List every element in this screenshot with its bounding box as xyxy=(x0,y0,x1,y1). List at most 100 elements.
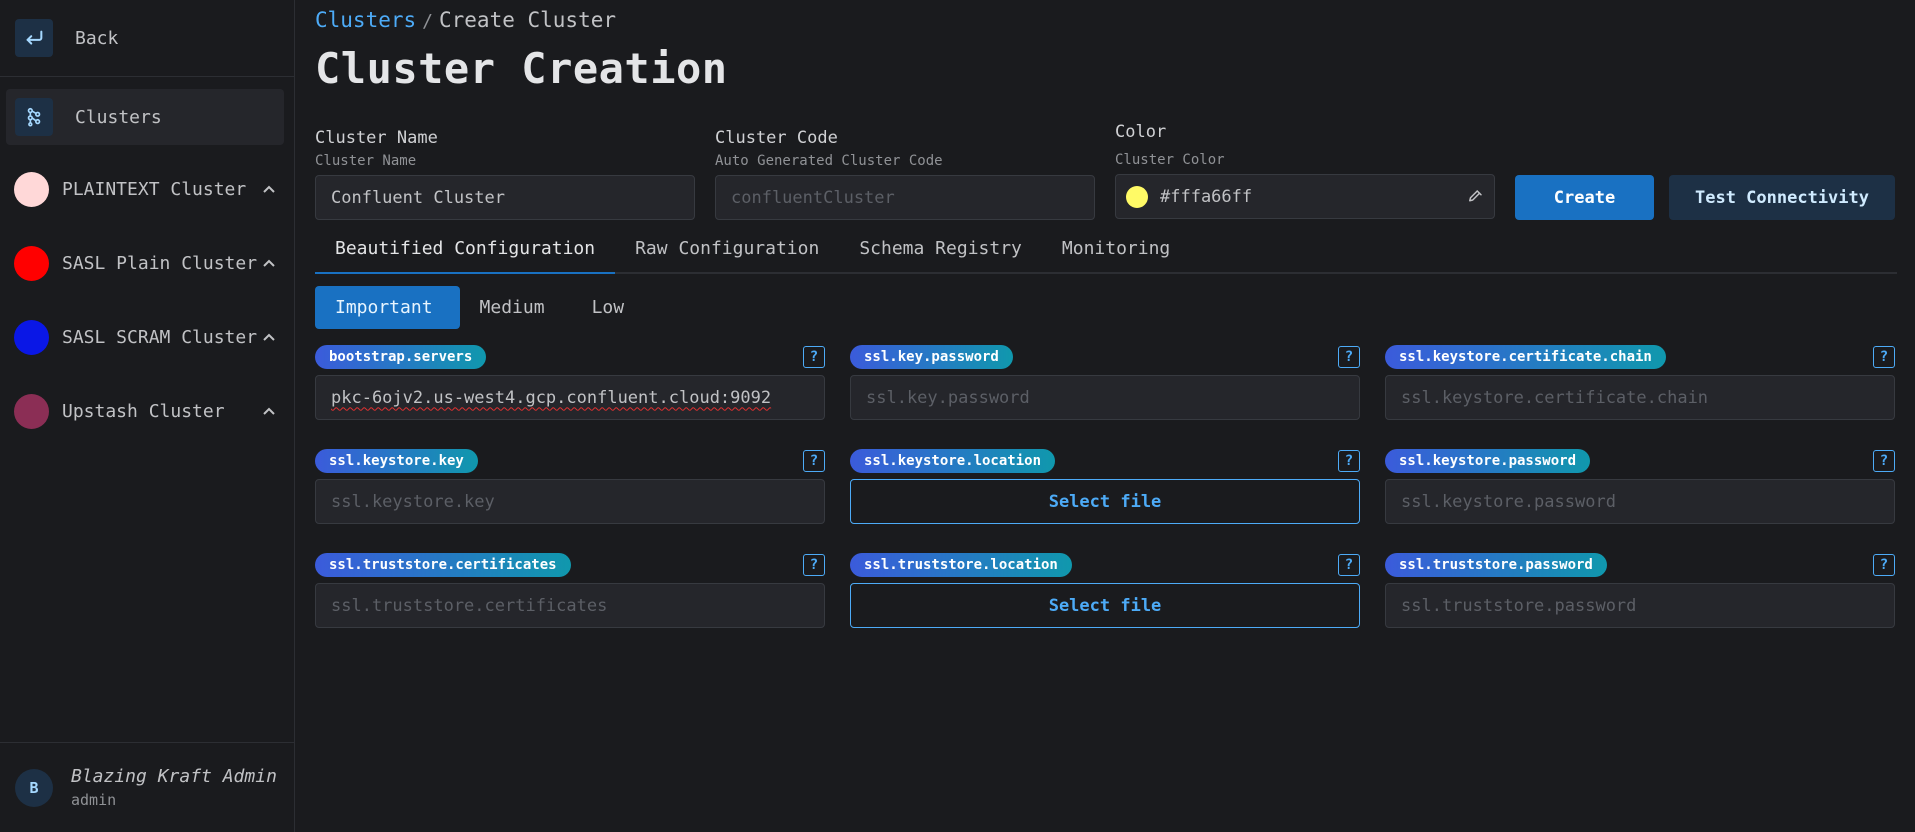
user-footer[interactable]: B Blazing Kraft Admin admin xyxy=(0,742,294,832)
config-ssl-keystore-key: ssl.keystore.key? xyxy=(315,449,825,534)
help-icon[interactable]: ? xyxy=(1873,346,1895,368)
config-ssl-key-password: ssl.key.password? xyxy=(850,345,1360,430)
cluster-label: PLAINTEXT Cluster xyxy=(62,178,247,200)
cluster-label: SASL Plain Cluster xyxy=(62,252,258,274)
form-actions: Create Test Connectivity xyxy=(1515,175,1895,220)
main-content: Clusters / Create Cluster Cluster Creation… xyxy=(295,0,1915,832)
chevron-up-icon xyxy=(263,333,275,341)
sidebar-cluster-plaintext[interactable]: PLAINTEXT Cluster xyxy=(14,159,276,219)
help-icon[interactable]: ? xyxy=(803,346,825,368)
ssl-truststore-password-input[interactable] xyxy=(1385,583,1895,628)
select-file-button[interactable]: Select file xyxy=(850,479,1360,524)
cluster-color-dot xyxy=(14,393,49,429)
sidebar-divider xyxy=(0,76,294,77)
help-icon[interactable]: ? xyxy=(803,554,825,576)
config-key-badge: ssl.keystore.password xyxy=(1385,449,1591,473)
color-value: #fffa66ff xyxy=(1160,186,1253,207)
config-key-badge: ssl.truststore.password xyxy=(1385,553,1607,577)
chevron-up-icon xyxy=(263,185,275,193)
breadcrumb: Clusters / Create Cluster xyxy=(315,8,1897,34)
back-button[interactable]: Back xyxy=(6,10,284,66)
config-key-badge: ssl.key.password xyxy=(850,345,1013,369)
user-role: admin xyxy=(71,791,117,809)
cluster-label: SASL SCRAM Cluster xyxy=(62,326,258,348)
config-key-badge: bootstrap.servers xyxy=(315,345,487,369)
config-ssl-keystore-password: ssl.keystore.password? xyxy=(1385,449,1895,534)
ssl-truststore-certificates-input[interactable] xyxy=(315,583,825,628)
sidebar-item-clusters[interactable]: Clusters xyxy=(6,89,284,145)
color-label: Color xyxy=(1115,122,1167,142)
select-file-button[interactable]: Select file xyxy=(850,583,1360,628)
cluster-code-sublabel: Auto Generated Cluster Code xyxy=(715,153,943,169)
cluster-name-label: Cluster Name xyxy=(315,128,438,148)
config-tabs: Beautified Configuration Raw Configurati… xyxy=(315,232,1897,274)
config-ssl-truststore-location: ssl.truststore.location? Select file xyxy=(850,553,1360,638)
help-icon[interactable]: ? xyxy=(1338,450,1360,472)
sidebar: Back Clusters PLAINTEXT Cluster SASL Pla… xyxy=(0,0,295,832)
importance-tabs: Important Medium Low xyxy=(315,286,1897,329)
config-ssl-truststore-certificates: ssl.truststore.certificates? xyxy=(315,553,825,638)
cluster-color-dot xyxy=(14,319,49,355)
cluster-code-label: Cluster Code xyxy=(715,128,838,148)
cluster-color-field: Color Cluster Color #fffa66ff xyxy=(1115,116,1495,219)
cluster-color-dot xyxy=(14,171,49,207)
config-ssl-keystore-certificate-chain: ssl.keystore.certificate.chain? xyxy=(1385,345,1895,430)
subtab-important[interactable]: Important xyxy=(315,286,460,329)
cluster-code-field: Cluster Code Auto Generated Cluster Code xyxy=(715,116,1095,220)
tab-beautified-configuration[interactable]: Beautified Configuration xyxy=(315,232,616,274)
cluster-color-dot xyxy=(14,245,49,281)
config-key-badge: ssl.truststore.certificates xyxy=(315,553,571,577)
clusters-label: Clusters xyxy=(75,106,162,128)
bootstrap-servers-value: pkc-6ojv2.us-west4.gcp.confluent.cloud:9… xyxy=(331,387,772,408)
config-key-badge: ssl.truststore.location xyxy=(850,553,1072,577)
help-icon[interactable]: ? xyxy=(1338,346,1360,368)
config-key-badge: ssl.keystore.certificate.chain xyxy=(1385,345,1666,369)
chevron-up-icon xyxy=(263,259,275,267)
ssl-key-password-input[interactable] xyxy=(850,375,1360,420)
tab-monitoring[interactable]: Monitoring xyxy=(1042,232,1190,274)
ssl-keystore-password-input[interactable] xyxy=(1385,479,1895,524)
config-grid: bootstrap.servers? pkc-6ojv2.us-west4.gc… xyxy=(315,345,1897,638)
cluster-code-input[interactable] xyxy=(715,175,1095,220)
help-icon[interactable]: ? xyxy=(803,450,825,472)
tab-raw-configuration[interactable]: Raw Configuration xyxy=(615,232,839,274)
page-title: Cluster Creation xyxy=(315,44,728,93)
sidebar-cluster-upstash[interactable]: Upstash Cluster xyxy=(14,381,276,441)
config-key-badge: ssl.keystore.location xyxy=(850,449,1056,473)
cluster-label: Upstash Cluster xyxy=(62,400,225,422)
sidebar-cluster-sasl-plain[interactable]: SASL Plain Cluster xyxy=(14,233,276,293)
clusters-icon xyxy=(15,98,53,136)
ssl-keystore-certificate-chain-input[interactable] xyxy=(1385,375,1895,420)
cluster-name-sublabel: Cluster Name xyxy=(315,153,417,169)
config-bootstrap-servers: bootstrap.servers? pkc-6ojv2.us-west4.gc… xyxy=(315,345,825,430)
cluster-form: Cluster Name Cluster Name Cluster Code A… xyxy=(315,116,1897,220)
eyedropper-icon[interactable] xyxy=(1466,188,1484,206)
config-ssl-truststore-password: ssl.truststore.password? xyxy=(1385,553,1895,638)
help-icon[interactable]: ? xyxy=(1873,450,1895,472)
test-connectivity-button[interactable]: Test Connectivity xyxy=(1669,175,1895,220)
config-key-badge: ssl.keystore.key xyxy=(315,449,478,473)
breadcrumb-current: Create Cluster xyxy=(439,8,617,32)
cluster-name-field: Cluster Name Cluster Name xyxy=(315,116,695,220)
color-swatch xyxy=(1126,185,1148,208)
help-icon[interactable]: ? xyxy=(1873,554,1895,576)
help-icon[interactable]: ? xyxy=(1338,554,1360,576)
back-label: Back xyxy=(75,27,119,49)
config-ssl-keystore-location: ssl.keystore.location? Select file xyxy=(850,449,1360,534)
breadcrumb-separator: / xyxy=(422,11,433,32)
bootstrap-servers-input[interactable]: pkc-6ojv2.us-west4.gcp.confluent.cloud:9… xyxy=(315,375,825,420)
color-sublabel: Cluster Color xyxy=(1115,152,1225,168)
cluster-name-input[interactable] xyxy=(315,175,695,220)
subtab-low[interactable]: Low xyxy=(572,286,652,329)
user-name: Blazing Kraft Admin xyxy=(71,766,277,787)
subtab-medium[interactable]: Medium xyxy=(460,286,572,329)
ssl-keystore-key-input[interactable] xyxy=(315,479,825,524)
sidebar-cluster-sasl-scram[interactable]: SASL SCRAM Cluster xyxy=(14,307,276,367)
color-picker-input[interactable]: #fffa66ff xyxy=(1115,174,1495,219)
create-button[interactable]: Create xyxy=(1515,175,1654,220)
tab-schema-registry[interactable]: Schema Registry xyxy=(839,232,1042,274)
breadcrumb-clusters-link[interactable]: Clusters xyxy=(315,8,416,32)
chevron-up-icon xyxy=(263,407,275,415)
avatar: B xyxy=(15,768,53,807)
back-arrow-icon xyxy=(15,19,53,57)
